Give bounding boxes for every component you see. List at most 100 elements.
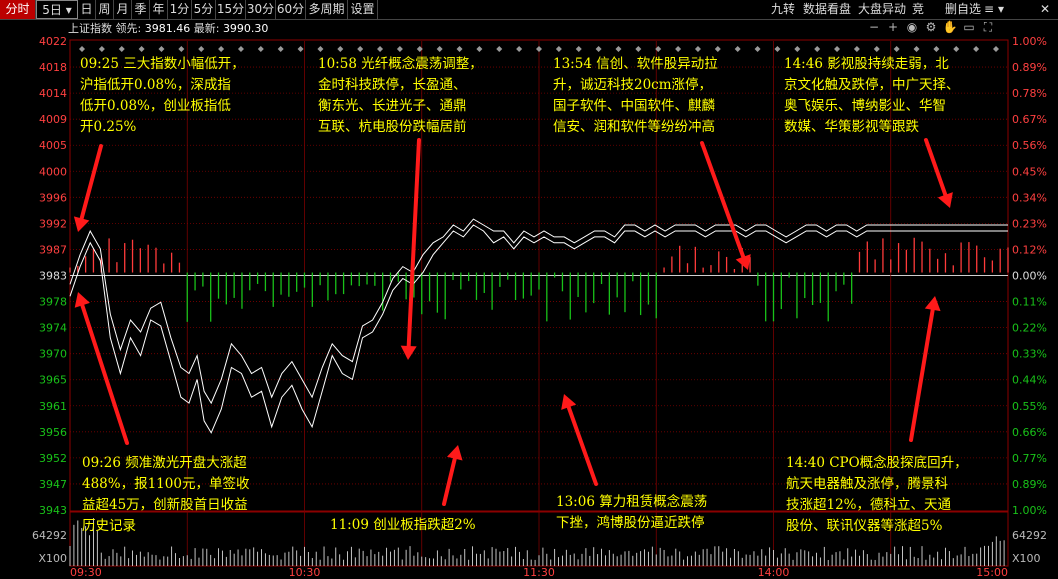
annotation-arrowhead-0 <box>73 216 90 232</box>
event-diamond <box>873 46 880 52</box>
y-tick-left: 3987 <box>39 243 67 256</box>
y-tick-left: 3992 <box>39 217 67 230</box>
annotation-arrowhead-5 <box>446 445 463 461</box>
hand-icon[interactable]: ✋ <box>942 20 958 34</box>
tab-13[interactable]: 设置 <box>348 0 378 19</box>
event-diamond <box>615 46 622 52</box>
zoom-out-icon[interactable]: − <box>866 20 882 34</box>
annotation-arrow-1 <box>406 138 421 349</box>
price-line-1 <box>69 218 1008 405</box>
fullscreen-icon[interactable]: ⛶ <box>980 20 996 35</box>
annotation-arrow-0 <box>79 144 103 221</box>
y-tick-left: 3956 <box>39 426 67 439</box>
event-diamond <box>953 46 960 52</box>
event-diamond <box>317 46 324 52</box>
event-diamond <box>357 46 364 52</box>
annotation-arrowhead-1 <box>400 345 417 360</box>
zoom-in-icon[interactable]: + <box>885 20 901 34</box>
tab-8[interactable]: 5分 <box>192 0 216 19</box>
tab-6[interactable]: 年 <box>150 0 168 19</box>
y-tick-right: 0.00% <box>1012 270 1047 283</box>
close-icon[interactable]: ✕ <box>1040 0 1054 19</box>
event-diamond <box>198 46 205 52</box>
event-diamond <box>178 46 185 52</box>
y-tick-left: 4014 <box>39 87 67 100</box>
y-tick-right: 0.23% <box>1012 217 1047 230</box>
toolbar-right-4[interactable]: 删自选 <box>945 0 981 19</box>
tab-0[interactable]: 分时 <box>0 0 36 19</box>
index-info: 上证指数 领先: 3981.46 最新: 3990.30 <box>68 21 268 36</box>
toolbar-right-2[interactable]: 大盘异动 <box>858 0 910 19</box>
y-tick-right: 0.89% <box>1012 61 1047 74</box>
ruler-icon[interactable]: ▭ <box>961 20 977 34</box>
y-tick-right: 0.55% <box>1012 400 1047 413</box>
event-diamond <box>98 46 105 52</box>
event-diamond <box>416 46 423 52</box>
y-tick-right: 0.67% <box>1012 113 1047 126</box>
toolbar-right-1[interactable]: 数据看盘 <box>803 0 855 19</box>
annotation-1306: 13:06 算力租赁概念震荡 下挫，鸿博股份逼近跌停 <box>556 494 708 531</box>
annotation-1058: 10:58 光纤概念震荡调整， 金时科技跌停，长盈通、 衡东光、长进光子、通鼎 … <box>318 56 483 135</box>
y-tick-right: 1.00% <box>1012 504 1047 517</box>
event-diamond <box>794 46 801 52</box>
annotation-1446: 14:46 影视股持续走弱，北 京文化触及跌停，中广天择、 奥飞娱乐、博纳影业、… <box>784 56 960 135</box>
y-tick-left: 3974 <box>39 322 67 335</box>
event-diamond <box>456 46 463 52</box>
event-diamond <box>993 46 999 52</box>
y-tick-left: 4005 <box>39 139 67 152</box>
tab-10[interactable]: 30分 <box>246 0 276 19</box>
y-tick-right: 0.11% <box>1012 296 1047 309</box>
x-tick: 15:00 <box>976 566 1008 579</box>
tab-4[interactable]: 月 <box>114 0 132 19</box>
event-diamond <box>595 46 602 52</box>
tab-2[interactable]: 日 <box>78 0 96 19</box>
x-tick: 11:30 <box>523 566 555 579</box>
volume-unit: X100 <box>38 552 67 565</box>
y-tick-left: 4018 <box>39 61 67 74</box>
event-diamond <box>237 46 244 52</box>
toolbar-right-3[interactable]: 竞 <box>912 0 942 19</box>
event-diamond <box>297 46 304 52</box>
chevron-down-icon[interactable]: ▾ <box>998 0 1010 19</box>
event-diamond <box>277 46 284 52</box>
price-line-0 <box>69 224 1008 434</box>
tab-11[interactable]: 60分 <box>276 0 306 19</box>
event-diamond <box>754 46 761 52</box>
event-diamond <box>893 46 900 52</box>
event-diamond <box>158 46 165 52</box>
event-diamond <box>476 46 483 52</box>
event-diamond <box>436 46 443 52</box>
event-diamond <box>694 46 701 52</box>
y-tick-left: 3961 <box>39 400 67 413</box>
settings-icon[interactable]: ⚙ <box>923 20 939 34</box>
y-tick-right: 0.56% <box>1012 139 1047 152</box>
x-tick: 14:00 <box>758 566 790 579</box>
y-tick-left: 3978 <box>39 296 67 309</box>
annotation-arrow-6 <box>566 405 598 486</box>
tab-12[interactable]: 多周期 <box>306 0 348 19</box>
tab-7[interactable]: 1分 <box>168 0 192 19</box>
y-tick-left: 4000 <box>39 165 67 178</box>
lead-label: 领先: <box>115 22 142 35</box>
event-diamond <box>257 46 264 52</box>
tab-9[interactable]: 15分 <box>216 0 246 19</box>
event-diamond <box>714 46 721 52</box>
event-diamond <box>575 46 582 52</box>
event-diamond <box>496 46 503 52</box>
y-tick-right: 0.33% <box>1012 348 1047 361</box>
annotation-0925: 09:25 三大指数小幅低开， 沪指低开0.08%，深成指 低开0.08%，创业… <box>80 56 245 135</box>
tab-1[interactable]: 5日 ▾ <box>36 0 78 19</box>
y-tick-left: 3965 <box>39 374 67 387</box>
eye-icon[interactable]: ◉ <box>904 20 920 34</box>
y-tick-right: 0.66% <box>1012 426 1047 439</box>
annotation-arrowhead-7 <box>924 296 941 312</box>
tab-5[interactable]: 季 <box>132 0 150 19</box>
annotation-0926: 09:26 频准激光开盘大涨超 488%，报1100元，单签收 益超45万，创新… <box>82 455 250 534</box>
y-tick-right: 0.12% <box>1012 243 1047 256</box>
annotation-1354: 13:54 信创、软件股异动拉 升，诚迈科技20cm涨停， 国子软件、中国软件、… <box>553 56 718 135</box>
latest-label: 最新: <box>193 22 220 35</box>
toolbar-right-0[interactable]: 九转 <box>771 0 799 19</box>
tab-3[interactable]: 周 <box>96 0 114 19</box>
y-tick-left: 4009 <box>39 113 67 126</box>
event-diamond <box>138 46 145 52</box>
